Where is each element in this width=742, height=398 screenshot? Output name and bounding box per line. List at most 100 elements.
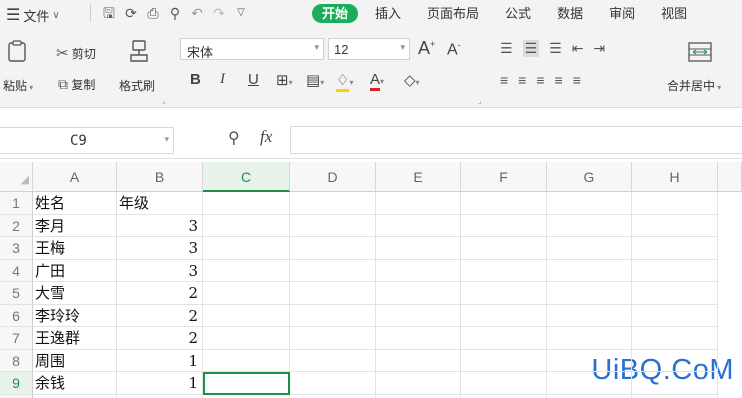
table-cell[interactable]: [461, 282, 547, 305]
italic-button[interactable]: I: [220, 71, 225, 88]
group-launcher-icon[interactable]: ⌟: [162, 96, 166, 105]
row-header[interactable]: 2: [0, 214, 33, 237]
tab-home[interactable]: 开始: [312, 4, 359, 23]
table-cell[interactable]: 1: [117, 372, 203, 395]
fill-style-button[interactable]: ▤▾: [306, 71, 324, 89]
row-header[interactable]: 4: [0, 259, 33, 282]
table-cell[interactable]: [632, 259, 718, 282]
table-cell[interactable]: [632, 237, 718, 260]
table-cell[interactable]: [461, 214, 547, 237]
table-cell[interactable]: [290, 214, 376, 237]
undo-icon[interactable]: ↶: [186, 4, 208, 22]
column-header-a[interactable]: A: [33, 162, 117, 192]
table-cell[interactable]: [290, 372, 376, 395]
table-cell[interactable]: 周围: [33, 349, 117, 372]
formula-input[interactable]: [290, 126, 742, 154]
merge-center-button[interactable]: 合并居中 ▾: [667, 77, 721, 94]
table-cell[interactable]: 王逸群: [33, 327, 117, 350]
row-header[interactable]: 8: [0, 349, 33, 372]
increase-indent-icon[interactable]: ⇥: [593, 40, 605, 57]
underline-button[interactable]: U: [248, 71, 259, 88]
bold-button[interactable]: B: [190, 71, 201, 88]
table-cell[interactable]: [632, 282, 718, 305]
align-top-icon[interactable]: ☰: [500, 40, 513, 57]
table-cell[interactable]: 年级: [117, 192, 203, 215]
table-cell[interactable]: 3: [117, 214, 203, 237]
table-cell[interactable]: [632, 214, 718, 237]
border-button[interactable]: ⊞▾: [276, 71, 293, 89]
table-cell[interactable]: 王梅: [33, 237, 117, 260]
row-header[interactable]: 6: [0, 304, 33, 327]
table-cell[interactable]: [203, 214, 290, 237]
table-cell[interactable]: [376, 372, 461, 395]
shrink-font-button[interactable]: A-: [447, 40, 461, 59]
column-header-d[interactable]: D: [290, 162, 376, 192]
share-icon[interactable]: ⟳: [120, 4, 142, 22]
table-cell[interactable]: [461, 304, 547, 327]
align-center-icon[interactable]: ≡: [518, 72, 526, 88]
table-cell[interactable]: [547, 259, 632, 282]
table-cell[interactable]: [376, 259, 461, 282]
table-cell[interactable]: [461, 327, 547, 350]
table-cell[interactable]: [547, 349, 632, 372]
tab-page-layout[interactable]: 页面布局: [418, 4, 488, 23]
table-cell[interactable]: [547, 237, 632, 260]
table-cell[interactable]: [632, 192, 718, 215]
table-cell[interactable]: [376, 237, 461, 260]
table-cell[interactable]: [632, 327, 718, 350]
grow-font-button[interactable]: A+: [418, 38, 435, 59]
table-cell[interactable]: [632, 372, 718, 395]
table-cell[interactable]: [632, 304, 718, 327]
table-cell[interactable]: [376, 214, 461, 237]
table-cell[interactable]: 2: [117, 304, 203, 327]
select-all-corner[interactable]: ◢: [0, 162, 33, 192]
table-cell[interactable]: [632, 394, 718, 398]
table-cell[interactable]: [290, 259, 376, 282]
table-cell[interactable]: [203, 349, 290, 372]
tab-insert[interactable]: 插入: [366, 4, 410, 23]
table-cell[interactable]: [203, 259, 290, 282]
table-cell[interactable]: [290, 304, 376, 327]
column-header-f[interactable]: F: [461, 162, 547, 192]
align-bottom-icon[interactable]: ☰: [549, 40, 562, 57]
table-cell[interactable]: [203, 394, 290, 398]
column-header-c[interactable]: C: [203, 162, 290, 192]
font-name-select[interactable]: 宋体 ▾: [180, 38, 324, 60]
tab-data[interactable]: 数据: [548, 4, 592, 23]
table-cell[interactable]: 2: [117, 327, 203, 350]
table-cell[interactable]: [461, 394, 547, 398]
table-cell[interactable]: [461, 259, 547, 282]
table-cell[interactable]: [376, 304, 461, 327]
table-cell[interactable]: [547, 214, 632, 237]
row-header[interactable]: [0, 394, 33, 398]
table-cell[interactable]: [290, 327, 376, 350]
table-cell[interactable]: [376, 349, 461, 372]
print-icon[interactable]: ⎙: [142, 4, 164, 22]
font-size-select[interactable]: 12 ▾: [328, 38, 410, 60]
table-cell[interactable]: [203, 304, 290, 327]
fill-color-button[interactable]: ♢▾: [336, 71, 353, 92]
table-cell[interactable]: 2: [117, 282, 203, 305]
table-cell[interactable]: [117, 394, 203, 398]
table-cell[interactable]: [376, 394, 461, 398]
row-header[interactable]: 5: [0, 282, 33, 305]
table-cell[interactable]: [547, 192, 632, 215]
table-cell[interactable]: [376, 327, 461, 350]
customize-dropdown-icon[interactable]: ▽: [230, 4, 252, 22]
table-cell[interactable]: [290, 394, 376, 398]
table-cell[interactable]: [461, 192, 547, 215]
table-cell[interactable]: [290, 192, 376, 215]
paste-button[interactable]: 粘贴 ▾: [3, 77, 33, 94]
align-right-icon[interactable]: ≡: [536, 72, 544, 88]
file-menu[interactable]: ☰ 文件 ∨: [6, 5, 60, 25]
redo-icon[interactable]: ↷: [208, 4, 230, 22]
active-cell[interactable]: [203, 372, 290, 395]
table-cell[interactable]: 大雪: [33, 282, 117, 305]
row-header[interactable]: 7: [0, 327, 33, 350]
copy-button[interactable]: ⧉ 复制: [58, 76, 95, 93]
table-cell[interactable]: 广田: [33, 259, 117, 282]
paste-icon[interactable]: [8, 40, 26, 62]
font-color-button[interactable]: A▾: [370, 71, 384, 91]
table-cell[interactable]: [203, 282, 290, 305]
table-cell[interactable]: [203, 192, 290, 215]
